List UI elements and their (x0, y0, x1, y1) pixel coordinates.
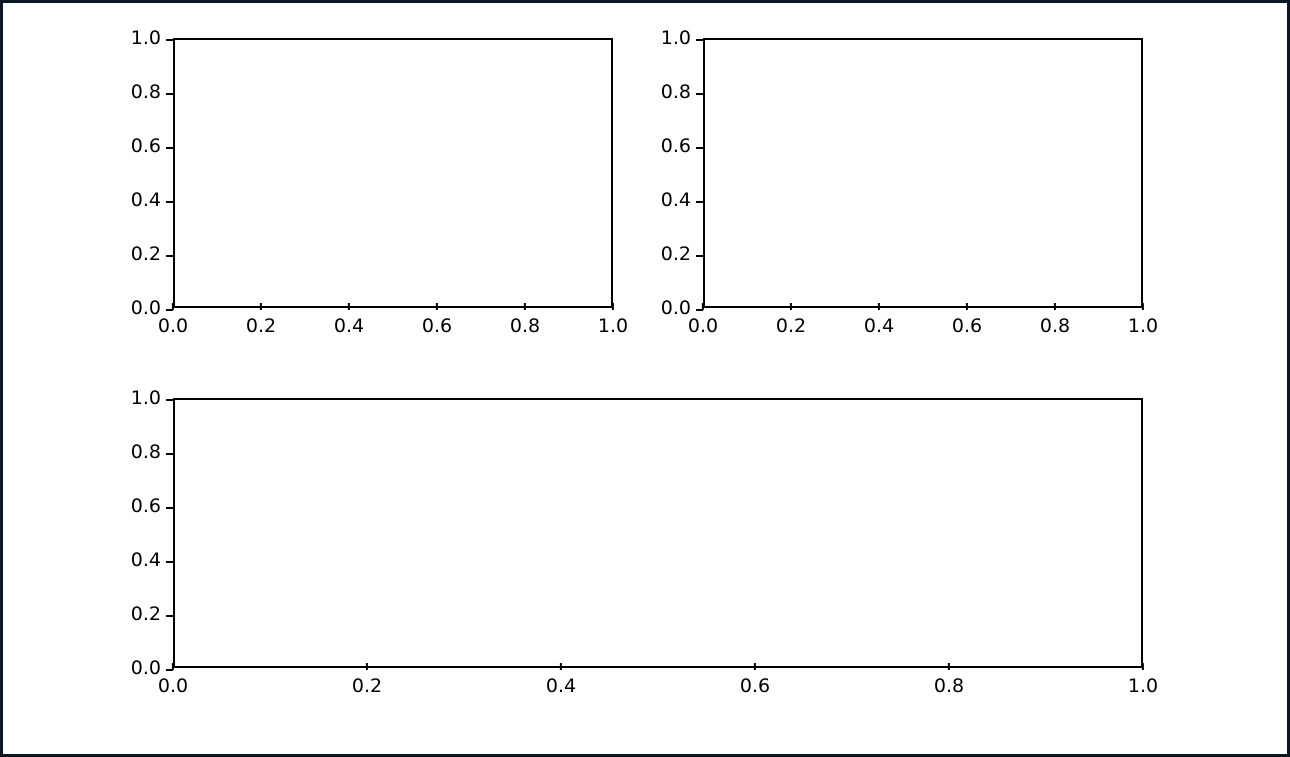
x-tick: 0.8 (510, 317, 540, 336)
x-tick: 0.2 (246, 317, 276, 336)
y-tick: 0.6 (113, 497, 161, 516)
axes-bottom: 0.00.20.40.60.81.00.00.20.40.60.81.0 (113, 388, 1153, 718)
y-tick: 0.4 (113, 551, 161, 570)
y-tick: 0.2 (113, 245, 161, 264)
axes-top-right: 0.00.20.40.60.81.00.00.20.40.60.81.0 (643, 28, 1153, 358)
x-tick: 0.8 (934, 677, 964, 696)
x-tick: 0.4 (546, 677, 576, 696)
plot-area (173, 398, 1143, 668)
y-tick: 0.2 (113, 605, 161, 624)
plot-area (173, 38, 613, 308)
y-tick: 1.0 (113, 29, 161, 48)
x-tick: 0.8 (1040, 317, 1070, 336)
matplotlib-figure: 0.00.20.40.60.81.00.00.20.40.60.81.00.00… (113, 18, 1173, 738)
y-tick: 0.2 (643, 245, 691, 264)
x-tick: 0.6 (740, 677, 770, 696)
x-tick: 0.0 (158, 677, 188, 696)
y-tick: 0.0 (643, 299, 691, 318)
x-tick: 0.6 (422, 317, 452, 336)
figure-frame: { "chart_data": [ { "type": "line", "tit… (0, 0, 1290, 757)
plot-area (703, 38, 1143, 308)
x-tick: 0.2 (776, 317, 806, 336)
x-tick: 1.0 (598, 317, 628, 336)
y-tick: 0.0 (113, 299, 161, 318)
x-tick: 1.0 (1128, 677, 1158, 696)
x-tick: 1.0 (1128, 317, 1158, 336)
y-tick: 1.0 (643, 29, 691, 48)
y-tick: 0.6 (113, 137, 161, 156)
x-tick: 0.2 (352, 677, 382, 696)
y-tick: 0.8 (113, 83, 161, 102)
y-tick: 0.0 (113, 659, 161, 678)
x-tick: 0.0 (688, 317, 718, 336)
y-tick: 0.4 (643, 191, 691, 210)
x-tick: 0.0 (158, 317, 188, 336)
x-tick: 0.4 (334, 317, 364, 336)
axes-top-left: 0.00.20.40.60.81.00.00.20.40.60.81.0 (113, 28, 623, 358)
y-tick: 0.4 (113, 191, 161, 210)
y-tick: 0.8 (643, 83, 691, 102)
x-tick: 0.6 (952, 317, 982, 336)
y-tick: 0.8 (113, 443, 161, 462)
x-tick: 0.4 (864, 317, 894, 336)
y-tick: 1.0 (113, 389, 161, 408)
y-tick: 0.6 (643, 137, 691, 156)
